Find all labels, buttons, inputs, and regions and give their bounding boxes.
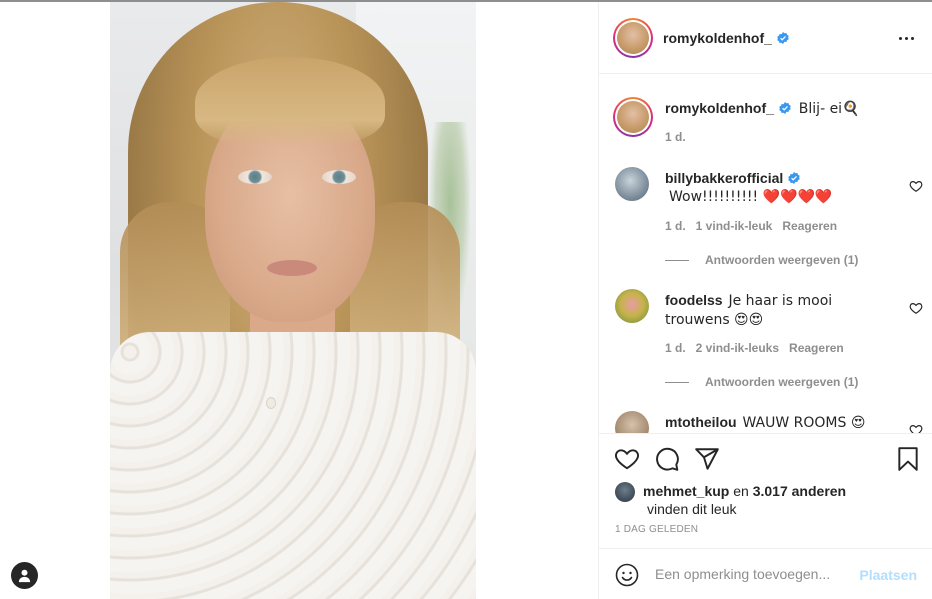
author-username[interactable]: romykoldenhof_ <box>663 30 772 46</box>
post-comment-button[interactable]: Plaatsen <box>859 567 917 583</box>
comment-text: Blij- ei🍳 <box>798 101 860 117</box>
comment-body: mtotheilou WAUW ROOMS 😍 wat <box>665 413 893 433</box>
comment-avatar[interactable] <box>615 289 649 323</box>
comment-username[interactable]: romykoldenhof_ <box>665 100 774 116</box>
comment-avatar[interactable] <box>613 97 653 137</box>
post-panel: romykoldenhof_ romykoldenhof_ Blij- ei🍳 … <box>598 2 932 599</box>
comment-body: billybakkerofficial Wow!!!!!!!!!! ❤️❤️❤️… <box>665 169 893 206</box>
comment-avatar[interactable] <box>615 411 649 433</box>
add-comment-bar: Plaatsen <box>599 548 932 599</box>
comment-time[interactable]: 1 d. <box>665 219 686 233</box>
reply-button[interactable]: Reageren <box>789 341 844 355</box>
comment-meta: 1 d. <box>665 130 696 144</box>
emoji-smiley-icon[interactable] <box>615 563 639 587</box>
view-replies-label: Antwoorden weergeven (1) <box>705 253 859 267</box>
replies-dash <box>665 260 689 262</box>
liker-avatar[interactable] <box>615 482 635 502</box>
reply-button[interactable]: Reageren <box>782 219 837 233</box>
comment-likes[interactable]: 1 vind-ik-leuk <box>696 219 773 233</box>
comment-avatar[interactable] <box>615 167 649 201</box>
comment-meta: 1 d. 2 vind-ik-leuks Reageren <box>665 341 854 355</box>
more-options-icon[interactable] <box>897 30 917 46</box>
photo-shirt-button <box>266 397 276 409</box>
likes-line-1: mehmet_kup en 3.017 anderen <box>643 482 846 500</box>
likes-suffix: vinden dit leuk <box>647 501 737 517</box>
comment-body: romykoldenhof_ Blij- ei🍳 <box>665 99 893 118</box>
like-comment-heart-icon[interactable] <box>909 423 923 433</box>
share-paper-plane-icon[interactable] <box>694 446 720 472</box>
verified-badge-icon <box>779 102 791 114</box>
comments-list[interactable]: romykoldenhof_ Blij- ei🍳 1 d. billybakke… <box>599 75 932 433</box>
comment-body: foodelss Je haar is mooi trouwens 😍😍 <box>665 291 893 329</box>
comment-time[interactable]: 1 d. <box>665 130 686 144</box>
photo-eye-right <box>322 170 356 184</box>
like-comment-heart-icon[interactable] <box>909 301 923 315</box>
replies-dash <box>665 382 689 384</box>
photo-bangs <box>195 57 385 147</box>
comment-username[interactable]: foodelss <box>665 292 723 308</box>
view-replies-label: Antwoorden weergeven (1) <box>705 375 859 389</box>
likes-count[interactable]: 3.017 anderen <box>753 483 846 499</box>
comment-time[interactable]: 1 d. <box>665 341 686 355</box>
liker-username[interactable]: mehmet_kup <box>643 483 729 499</box>
comment-meta: 1 d. 1 vind-ik-leuk Reageren <box>665 219 847 233</box>
comment-likes[interactable]: 2 vind-ik-leuks <box>696 341 779 355</box>
save-bookmark-icon[interactable] <box>895 446 921 472</box>
comment-bubble-icon[interactable] <box>654 446 680 472</box>
like-comment-heart-icon[interactable] <box>909 179 923 193</box>
verified-badge-icon <box>777 32 789 44</box>
view-replies-button[interactable]: Antwoorden weergeven (1) <box>665 253 858 267</box>
view-replies-button[interactable]: Antwoorden weergeven (1) <box>665 375 858 389</box>
like-heart-icon[interactable] <box>614 446 640 472</box>
likes-joiner: en <box>733 483 749 499</box>
comment-username[interactable]: mtotheilou <box>665 414 737 430</box>
post-actions: mehmet_kup en 3.017 anderen vinden dit l… <box>599 433 932 548</box>
photo-lips <box>267 260 317 276</box>
comment-text: Wow!!!!!!!!!! ❤️❤️❤️❤️ <box>669 189 833 205</box>
author-avatar[interactable] <box>613 18 653 58</box>
post-timestamp[interactable]: 1 DAG GELEDEN <box>615 524 698 535</box>
post-photo[interactable] <box>110 2 476 599</box>
post-header: romykoldenhof_ <box>599 2 932 74</box>
profile-icon[interactable] <box>11 562 38 589</box>
photo-shirt <box>110 332 476 599</box>
person-icon <box>18 569 31 583</box>
verified-badge-icon <box>788 172 800 184</box>
comment-username[interactable]: billybakkerofficial <box>665 170 783 186</box>
photo-eye-left <box>238 170 272 184</box>
comment-input[interactable] <box>655 562 845 586</box>
